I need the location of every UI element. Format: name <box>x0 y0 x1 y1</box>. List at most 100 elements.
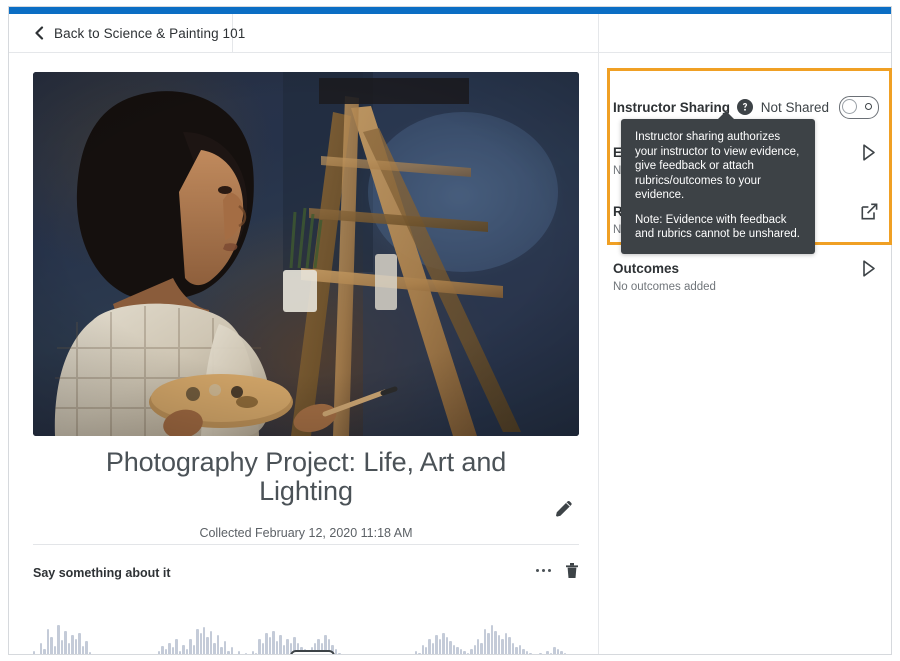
waveform-bar <box>82 646 84 654</box>
waveform-bar <box>33 651 35 654</box>
waveform-bar <box>335 649 337 654</box>
waveform-bar <box>61 640 63 654</box>
top-navigation: Back to Science & Painting 101 <box>9 14 891 53</box>
waveform-bar <box>78 633 80 654</box>
waveform-bar <box>203 627 205 654</box>
waveform-bar <box>550 653 552 654</box>
waveform-bar <box>75 639 77 654</box>
waveform-bar <box>252 651 254 654</box>
play-button[interactable] <box>290 650 335 654</box>
instructor-sharing-row: Instructor Sharing Not Shared <box>613 94 879 120</box>
share-state-label: Not Shared <box>761 100 829 115</box>
waveform-bar <box>501 639 503 654</box>
waveform-bar <box>494 631 496 654</box>
page-title: Photography Project: Life, Art and Light… <box>33 448 579 506</box>
waveform-bar <box>175 639 177 654</box>
waveform-bar <box>172 647 174 654</box>
waveform-bar <box>245 653 247 654</box>
waveform-bar <box>217 635 219 654</box>
evidence-title-block: Photography Project: Life, Art and Light… <box>33 448 579 540</box>
waveform-bar <box>43 649 45 654</box>
waveform-bar <box>224 641 226 654</box>
waveform-bar <box>456 647 458 654</box>
waveform-bar <box>286 639 288 654</box>
waveform-bar <box>439 639 441 654</box>
waveform-bar <box>179 651 181 654</box>
waveform-bar <box>508 637 510 654</box>
waveform-bar <box>425 647 427 654</box>
waveform-bar <box>220 647 222 654</box>
waveform-bar <box>338 653 340 654</box>
waveform-bar <box>85 641 87 654</box>
waveform-bar <box>57 625 59 654</box>
back-to-course-link[interactable]: Back to Science & Painting 101 <box>9 14 233 52</box>
waveform-bar <box>415 651 417 654</box>
waveform-bar <box>460 649 462 654</box>
waveform-bar <box>71 635 73 654</box>
triangle-right-icon[interactable] <box>859 142 879 162</box>
waveform-bar <box>512 643 514 654</box>
waveform-bar <box>193 645 195 654</box>
audio-waveform[interactable] <box>33 605 579 654</box>
waveform-bar <box>491 625 493 654</box>
tooltip-arrow <box>717 111 735 120</box>
waveform-bar <box>515 647 517 654</box>
external-link-icon[interactable] <box>859 201 879 221</box>
instructor-sharing-tooltip: Instructor sharing authorizes your instr… <box>621 119 815 254</box>
waveform-bar <box>272 631 274 654</box>
waveform-bar <box>449 641 451 654</box>
trash-icon[interactable] <box>565 562 579 579</box>
waveform-bar <box>276 641 278 654</box>
waveform-bar <box>526 651 528 654</box>
toggle-off-indicator <box>865 103 872 110</box>
waveform-bar <box>161 646 163 654</box>
waveform-bar <box>231 647 233 654</box>
waveform-bar <box>158 651 160 654</box>
waveform-bar <box>258 639 260 654</box>
waveform-bar <box>283 645 285 654</box>
waveform-bar <box>477 639 479 654</box>
evidence-image[interactable] <box>33 72 579 436</box>
waveform-bar <box>560 651 562 654</box>
waveform-bar <box>428 639 430 654</box>
waveform-bar <box>557 649 559 654</box>
waveform-bar <box>182 645 184 654</box>
waveform-bar <box>200 633 202 654</box>
waveform-bar <box>442 633 444 654</box>
triangle-right-icon[interactable] <box>859 258 879 278</box>
waveform-bar <box>279 635 281 654</box>
waveform-bar <box>47 629 49 654</box>
question-circle-icon[interactable] <box>737 99 753 115</box>
pencil-icon[interactable] <box>553 498 575 520</box>
brand-top-bar <box>9 7 891 14</box>
waveform-bar <box>227 651 229 654</box>
waveform-bar <box>168 643 170 654</box>
waveform-bar <box>189 639 191 654</box>
waveform-bar <box>470 649 472 654</box>
back-link-label: Back to Science & Painting 101 <box>54 26 245 41</box>
waveform-bar <box>40 643 42 654</box>
waveform-bar <box>265 633 267 654</box>
waveform-bar <box>64 631 66 654</box>
section-subtitle: No outcomes added <box>613 281 879 293</box>
tooltip-paragraph-2: Note: Evidence with feedback and rubrics… <box>635 213 801 242</box>
waveform-bar <box>238 651 240 654</box>
waveform-bar <box>50 637 52 654</box>
evidence-main-column: Photography Project: Life, Art and Light… <box>9 53 598 654</box>
section-title: Outcomes <box>613 261 879 276</box>
waveform-bar <box>196 629 198 654</box>
evidence-side-panel: Instructor Sharing Not Shared Education … <box>598 53 891 654</box>
ellipsis-icon[interactable] <box>534 565 553 576</box>
instructor-sharing-toggle[interactable] <box>839 96 879 119</box>
waveform-bar <box>484 629 486 654</box>
waveform-bar <box>54 646 56 654</box>
waveform-bar <box>432 643 434 654</box>
waveform-bar <box>262 643 264 654</box>
waveform-bar <box>186 649 188 654</box>
section-divider <box>33 544 579 545</box>
waveform-bar <box>453 645 455 654</box>
waveform-bar <box>210 631 212 654</box>
waveform-bar <box>480 643 482 654</box>
waveform-bar <box>487 633 489 654</box>
waveform-bar <box>467 653 469 654</box>
